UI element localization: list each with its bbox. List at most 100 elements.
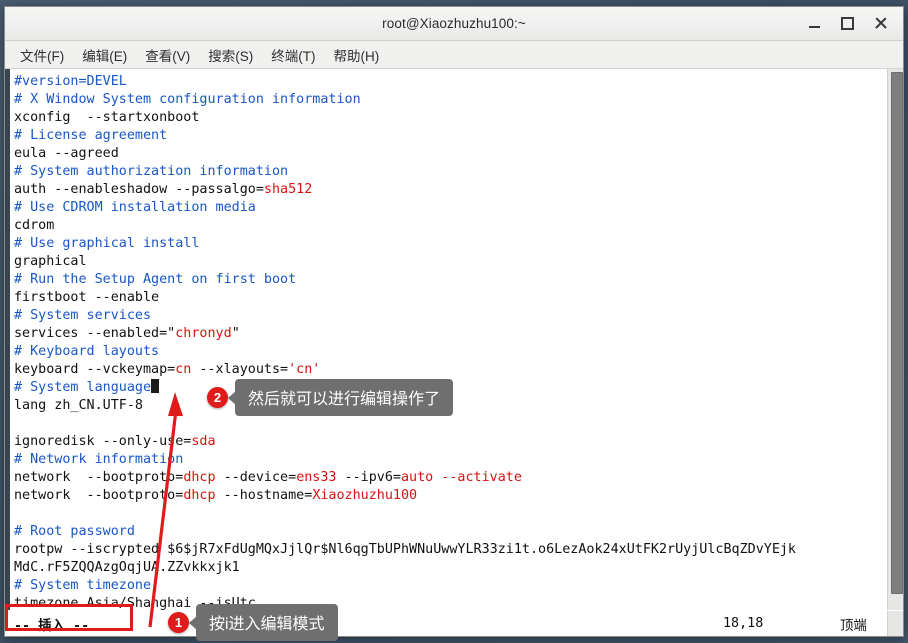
menu-item-search[interactable]: 搜索(S) <box>199 42 262 68</box>
terminal-line: graphical <box>14 253 887 271</box>
terminal-text-span: # Use graphical install <box>14 236 200 251</box>
terminal-text-span: ens33 <box>296 470 337 485</box>
terminal-window: root@Xiaozhuzhu100:~ 文件(F) 编辑(E) 查看(V) 搜… <box>4 6 904 637</box>
terminal-line: timezone Asia/Shanghai --isUtc <box>14 595 887 610</box>
terminal-text-span: " <box>231 326 240 341</box>
terminal-text-span: dhcp <box>183 488 216 503</box>
terminal-text-span: # Network information <box>14 452 184 467</box>
terminal-text-span: # System language <box>14 380 152 395</box>
terminal-text-span: firstboot --enable <box>14 290 160 305</box>
terminal-text-span: sda <box>191 434 216 449</box>
minimize-button[interactable] <box>798 7 831 40</box>
window-controls <box>798 7 897 40</box>
scrollbar-thumb[interactable] <box>891 72 903 594</box>
terminal-line: keyboard --vckeymap=cn --xlayouts='cn' <box>14 361 887 379</box>
status-scroll-state: 顶端 <box>840 617 867 633</box>
close-button[interactable] <box>864 7 897 40</box>
terminal-line: # System authorization information <box>14 163 887 181</box>
terminal-line: # License agreement <box>14 127 887 145</box>
terminal-line: network --bootproto=dhcp --device=ens33 … <box>14 469 887 487</box>
menu-item-terminal[interactable]: 终端(T) <box>262 42 324 68</box>
terminal-text-span: --activate <box>433 470 522 485</box>
statusbar-scrollbar-stub <box>887 611 903 636</box>
terminal-text-span: keyboard --vckeymap= <box>14 362 176 377</box>
terminal-text-span: Xiaozhuzhu100 <box>312 488 418 503</box>
terminal-line: #version=DEVEL <box>14 73 887 91</box>
terminal-text-span: --device= <box>215 470 297 485</box>
terminal-text-span: lang zh_CN.UTF-8 <box>14 398 143 413</box>
terminal-text-span: ignoredisk --only-use= <box>14 434 192 449</box>
callout-bubble-1: 按i进入编辑模式 <box>189 604 338 641</box>
terminal-text-span: # System services <box>14 308 152 323</box>
callout-bubble-2: 然后就可以进行编辑操作了 <box>227 379 454 416</box>
terminal-viewport[interactable]: #version=DEVEL # X Window System configur… <box>10 69 887 610</box>
terminal-line: cdrom <box>14 217 887 235</box>
terminal-text-span: # Use CDROM installation media <box>14 200 256 215</box>
terminal-text-span: # X Window System configuration informat… <box>14 92 361 107</box>
terminal-text-span: # System authorization information <box>14 164 289 179</box>
maximize-icon <box>841 17 854 30</box>
status-cursor-position: 18,18 <box>723 616 764 631</box>
window-titlebar[interactable]: root@Xiaozhuzhu100:~ <box>5 7 903 41</box>
maximize-button[interactable] <box>831 7 864 40</box>
menu-item-file[interactable]: 文件(F) <box>11 42 73 68</box>
close-icon <box>874 17 887 30</box>
terminal-text-span: # Run the Setup Agent on first boot <box>14 272 297 287</box>
terminal-line: ignoredisk --only-use=sda <box>14 433 887 451</box>
terminal-line: eula --agreed <box>14 145 887 163</box>
terminal-line: # System services <box>14 307 887 325</box>
terminal-text-span: dhcp <box>183 470 216 485</box>
menu-item-edit[interactable]: 编辑(E) <box>73 42 136 68</box>
terminal-line: # Network information <box>14 451 887 469</box>
terminal-text-span: --ipv6= <box>336 470 401 485</box>
terminal-text-span: 'cn' <box>288 362 321 377</box>
terminal-line: # Root password <box>14 523 887 541</box>
terminal-line: xconfig --startxonboot <box>14 109 887 127</box>
terminal-text-span: cdrom <box>14 218 55 233</box>
menu-item-view[interactable]: 查看(V) <box>136 42 199 68</box>
terminal-text-span: # License agreement <box>14 128 168 143</box>
callout-step-2[interactable]: 2 然后就可以进行编辑操作了 <box>207 379 454 416</box>
callout-badge-1: 1 <box>168 612 189 633</box>
terminal-text-span: eula --agreed <box>14 146 119 161</box>
terminal-text-span: #version=DEVEL <box>14 74 127 89</box>
terminal-line: auth --enableshadow --passalgo=sha512 <box>14 181 887 199</box>
vim-statusbar: -- 插入 -- 18,18 顶端 <box>5 610 903 636</box>
terminal-text-span: cn <box>175 362 192 377</box>
terminal-text-span: --xlayouts= <box>191 362 289 377</box>
terminal-scrollbar[interactable] <box>887 69 903 610</box>
terminal-line: services --enabled="chronyd" <box>14 325 887 343</box>
terminal-text-span: network --bootproto= <box>14 470 184 485</box>
terminal-text-span: MdC.rF5ZQQAzgOqjUA.ZZvkkxjk1 <box>14 560 240 575</box>
terminal-line: # Use CDROM installation media <box>14 199 887 217</box>
terminal-line: # X Window System configuration informat… <box>14 91 887 109</box>
terminal-cursor <box>151 379 160 393</box>
window-title: root@Xiaozhuzhu100:~ <box>382 16 526 31</box>
terminal-text-span: # Root password <box>14 524 135 539</box>
terminal-text: #version=DEVEL # X Window System configur… <box>14 73 887 610</box>
terminal-text-span: graphical <box>14 254 87 269</box>
terminal-text-span: services --enabled=" <box>14 326 176 341</box>
terminal-text-span: sha512 <box>263 182 313 197</box>
callout-badge-2: 2 <box>207 387 228 408</box>
terminal-area: #version=DEVEL # X Window System configur… <box>5 69 903 610</box>
terminal-line: rootpw --iscrypted $6$jR7xFdUgMQxJjlQr$N… <box>14 541 887 559</box>
terminal-text-span: auth --enableshadow --passalgo= <box>14 182 264 197</box>
terminal-line: network --bootproto=dhcp --hostname=Xiao… <box>14 487 887 505</box>
terminal-text-span: xconfig --startxonboot <box>14 110 200 125</box>
terminal-line: # Keyboard layouts <box>14 343 887 361</box>
terminal-text-span: --hostname= <box>215 488 313 503</box>
terminal-line: MdC.rF5ZQQAzgOqjUA.ZZvkkxjk1 <box>14 559 887 577</box>
terminal-text-span: rootpw --iscrypted $6$jR7xFdUgMQxJjlQr$N… <box>14 542 796 557</box>
terminal-line: # System timezone <box>14 577 887 595</box>
callout-step-1[interactable]: 1 按i进入编辑模式 <box>168 604 338 641</box>
terminal-text-span: # Keyboard layouts <box>14 344 160 359</box>
terminal-text-span: chronyd <box>175 326 232 341</box>
terminal-line: firstboot --enable <box>14 289 887 307</box>
status-mode-highlight-box <box>5 604 133 631</box>
menu-item-help[interactable]: 帮助(H) <box>325 42 389 68</box>
terminal-text-span: network --bootproto= <box>14 488 184 503</box>
terminal-text-span: # System timezone <box>14 578 152 593</box>
